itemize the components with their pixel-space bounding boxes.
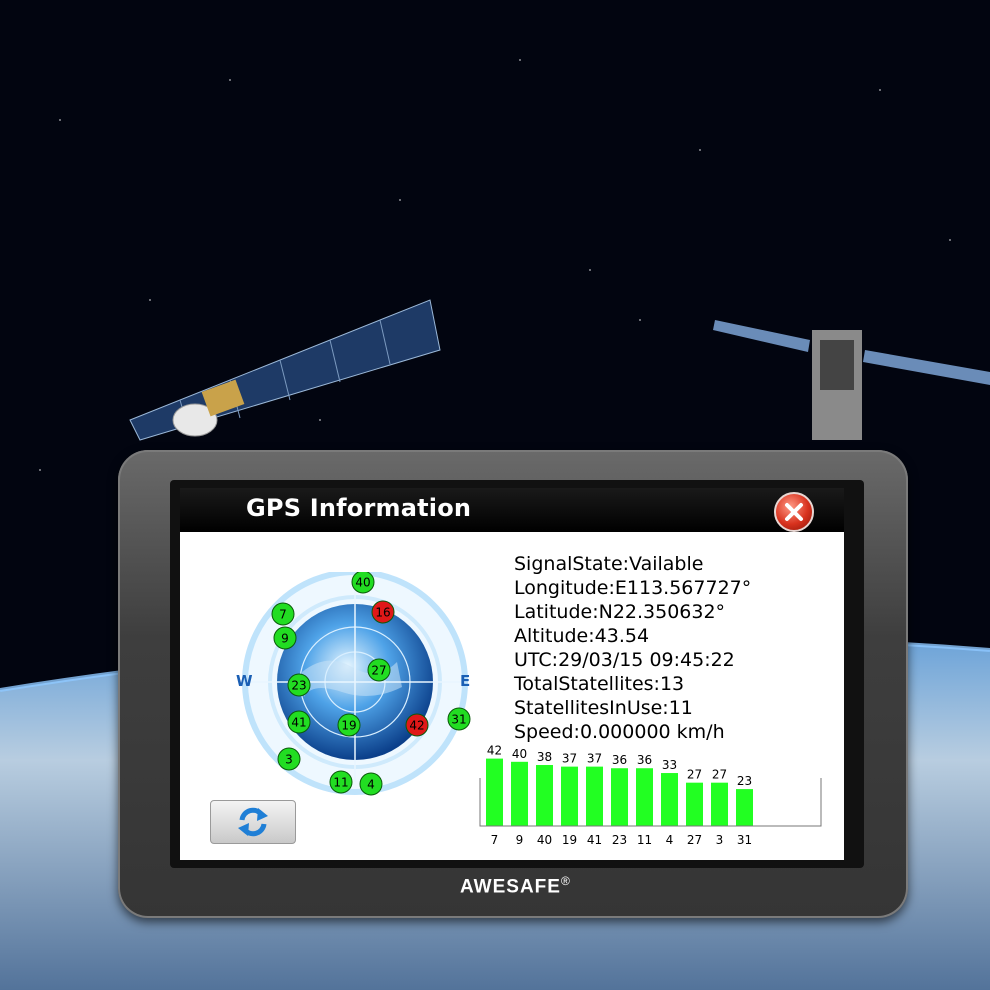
satellite-id-label: 42 bbox=[409, 719, 424, 733]
brand-name: AWESAFE bbox=[460, 876, 561, 898]
refresh-icon bbox=[238, 807, 268, 837]
satellite-tick-label: 3 bbox=[716, 833, 724, 847]
satellite-tick-label: 23 bbox=[612, 833, 627, 847]
satellite-tick-label: 11 bbox=[637, 833, 652, 847]
signal-value-label: 42 bbox=[487, 744, 502, 758]
satellite-tick-label: 40 bbox=[537, 833, 552, 847]
satellite-tick-label: 27 bbox=[687, 833, 702, 847]
satellite-id-label: 31 bbox=[451, 713, 466, 727]
signal-bar-11 bbox=[636, 768, 653, 826]
signal-value-label: 27 bbox=[687, 768, 702, 782]
gps-info-panel: W E 40 16 7 9 27 23 31 41 19 42 3 11 4 SignalState:V… bbox=[180, 532, 844, 860]
satellite-id-label: 16 bbox=[375, 606, 390, 620]
signal-value-label: 40 bbox=[512, 747, 527, 761]
satellite-tick-label: 4 bbox=[666, 833, 674, 847]
satellite-marker-11: 11 bbox=[329, 770, 353, 794]
satellite-id-label: 41 bbox=[291, 716, 306, 730]
satellite-id-label: 19 bbox=[341, 719, 356, 733]
signal-value-label: 27 bbox=[712, 768, 727, 782]
signal-value-label: 37 bbox=[562, 752, 577, 766]
satellite-sky-plot: W E 40 16 7 9 27 23 31 41 19 42 3 11 4 bbox=[236, 572, 471, 796]
satellite-marker-3: 3 bbox=[277, 747, 301, 771]
satellite-id-label: 4 bbox=[367, 778, 375, 792]
signal-bar-19 bbox=[561, 766, 578, 826]
signal-bar-23 bbox=[611, 768, 628, 826]
signal-value-label: 37 bbox=[587, 752, 602, 766]
satellite-marker-27: 27 bbox=[367, 658, 391, 682]
longitude: Longitude:E113.567727° bbox=[514, 577, 752, 599]
signal-strength-chart: 4274093840371937413623361133427272732331 bbox=[479, 744, 822, 847]
signal-state: SignalState:Vailable bbox=[514, 553, 704, 575]
signal-bar-41 bbox=[586, 766, 603, 826]
satellite-marker-7: 7 bbox=[271, 602, 295, 626]
registered-mark: ® bbox=[560, 874, 571, 888]
satellite-marker-4: 4 bbox=[359, 772, 383, 796]
satellites-in-use: StatellitesInUse:11 bbox=[514, 697, 693, 719]
signal-bar-3 bbox=[711, 782, 728, 826]
signal-bar-27 bbox=[686, 782, 703, 826]
satellite-id-label: 3 bbox=[285, 753, 293, 767]
satellite-marker-31: 31 bbox=[447, 707, 471, 731]
satellite-marker-19: 19 bbox=[337, 713, 361, 737]
signal-value-label: 23 bbox=[737, 774, 752, 788]
satellite-id-label: 27 bbox=[371, 664, 386, 678]
refresh-button[interactable] bbox=[210, 800, 296, 844]
satellite-id-label: 7 bbox=[279, 608, 287, 622]
signal-bar-7 bbox=[486, 758, 503, 826]
signal-bar-31 bbox=[736, 789, 753, 826]
satellite-marker-41: 41 bbox=[287, 710, 311, 734]
satellite-id-label: 23 bbox=[291, 679, 306, 693]
east-label: E bbox=[460, 672, 470, 690]
satellite-tick-label: 9 bbox=[516, 833, 524, 847]
signal-value-label: 38 bbox=[537, 750, 552, 764]
west-label: W bbox=[236, 672, 253, 690]
brand-logo: AWESAFE® bbox=[460, 874, 571, 898]
satellite-marker-40: 40 bbox=[351, 572, 375, 594]
altitude: Altitude:43.54 bbox=[514, 625, 650, 647]
signal-bar-4 bbox=[661, 773, 678, 826]
satellite-marker-23: 23 bbox=[287, 673, 311, 697]
satellite-marker-42: 42 bbox=[405, 713, 429, 737]
total-satellites: TotalStatellites:13 bbox=[514, 673, 685, 695]
latitude: Latitude:N22.350632° bbox=[514, 601, 726, 623]
satellite-id-label: 9 bbox=[281, 632, 289, 646]
satellite-marker-16: 16 bbox=[371, 600, 395, 624]
signal-bar-9 bbox=[511, 761, 528, 826]
satellite-id-label: 11 bbox=[333, 776, 348, 790]
satellite-id-label: 40 bbox=[355, 576, 370, 590]
gps-readout: SignalState:Vailable Longitude:E113.5677… bbox=[514, 552, 751, 744]
satellite-tick-label: 31 bbox=[737, 833, 752, 847]
gps-device: GPS Information W E 40 16 7 9 27 23 31 4… bbox=[118, 450, 908, 918]
signal-bar-40 bbox=[536, 765, 553, 826]
page-title: GPS Information bbox=[246, 494, 472, 522]
utc-time: UTC:29/03/15 09:45:22 bbox=[514, 649, 735, 671]
signal-value-label: 33 bbox=[662, 758, 677, 772]
satellite-tick-label: 19 bbox=[562, 833, 577, 847]
satellite-marker-9: 9 bbox=[273, 626, 297, 650]
satellite-tick-label: 41 bbox=[587, 833, 602, 847]
close-icon bbox=[785, 503, 803, 521]
signal-value-label: 36 bbox=[612, 753, 627, 767]
title-bar: GPS Information bbox=[180, 488, 844, 532]
satellite-tick-label: 7 bbox=[491, 833, 499, 847]
signal-value-label: 36 bbox=[637, 753, 652, 767]
close-button[interactable] bbox=[774, 492, 814, 532]
